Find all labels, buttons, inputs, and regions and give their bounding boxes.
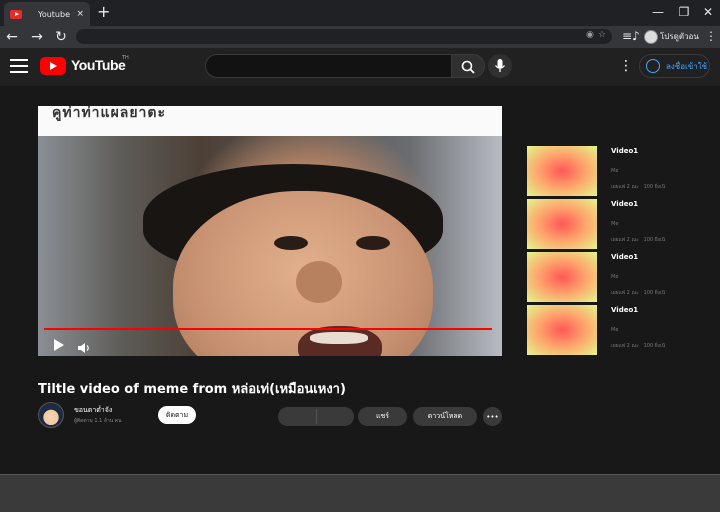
volume-icon[interactable]: [78, 339, 92, 353]
hamburger-menu-icon[interactable]: [10, 59, 28, 73]
caption-text: คูท่าท่าแผลยาตะ: [52, 106, 167, 121]
bookmark-star-icon[interactable]: ☆: [598, 30, 606, 40]
back-button[interactable]: ←: [3, 28, 21, 46]
video-thumbnail[interactable]: [527, 252, 597, 302]
like-divider: [316, 409, 317, 424]
restore-button[interactable]: ❐: [674, 5, 694, 19]
search-button[interactable]: [451, 54, 485, 78]
download-button[interactable]: ดาวน์โหลด: [413, 407, 477, 426]
tracking-eye-icon[interactable]: ◉: [586, 30, 594, 40]
progress-bar[interactable]: [44, 328, 492, 330]
video-thumbnail[interactable]: [527, 146, 597, 196]
profile-label: โปรดูตัวอน: [660, 32, 699, 41]
reload-button[interactable]: ↻: [52, 28, 70, 46]
list-item[interactable]: Video1 Me เผยแพ่ 2 ณะ 100 ยิ่งเนิ: [527, 146, 717, 196]
profile-avatar: [644, 29, 658, 44]
profile-button[interactable]: โปรดูตัวอน: [644, 29, 699, 44]
caption-overlay: คูท่าท่าแผลยาตะ: [38, 106, 502, 136]
rec-meta: เผยแพ่ 2 ณะ 100 ยิ่งเนิ: [611, 290, 666, 296]
region-code: TH: [122, 55, 129, 61]
video-title: Tiltle video of meme from หล่อเท่(เหมือน…: [38, 382, 346, 397]
list-item[interactable]: Video1 Me เผยแพ่ 2 ณะ 100 ยิ่งเนิ: [527, 305, 717, 355]
tab-close-button[interactable]: ×: [76, 9, 84, 19]
voice-search-button[interactable]: [488, 54, 512, 78]
search-input[interactable]: [205, 54, 452, 78]
youtube-logo-icon[interactable]: [40, 57, 66, 75]
rec-channel: Me: [611, 274, 619, 280]
tab-title: Youtube: [38, 9, 70, 19]
minimize-button[interactable]: —: [648, 5, 668, 19]
browser-menu-icon[interactable]: ⋮: [705, 29, 717, 43]
channel-name[interactable]: ขอนตาต่ำจัง: [74, 405, 112, 416]
video-thumbnail[interactable]: [527, 199, 597, 249]
rec-channel: Me: [611, 327, 619, 333]
sign-in-label: ลงชื่อเข้าใช้: [666, 61, 708, 71]
subscribe-button[interactable]: ติดตาม: [158, 406, 196, 424]
rec-meta: เผยแพ่ 2 ณะ 100 ยิ่งเนิ: [611, 237, 666, 243]
channel-avatar[interactable]: [38, 402, 64, 428]
rec-title[interactable]: Video1: [611, 253, 638, 261]
more-actions-button[interactable]: •••: [483, 407, 502, 426]
search-icon: [461, 60, 475, 74]
rec-title[interactable]: Video1: [611, 306, 638, 314]
forward-button[interactable]: →: [28, 28, 46, 46]
list-item[interactable]: Video1 Me เผยแพ่ 2 ณะ 100 ยิ่งเนิ: [527, 252, 717, 302]
browser-tab[interactable]: Youtube ×: [4, 2, 90, 26]
video-frame: [38, 136, 502, 356]
rec-channel: Me: [611, 168, 619, 174]
settings-more-icon[interactable]: ⋮: [619, 58, 633, 74]
subscriber-count: ผู้ติดตาม 1.1 ล้าน คน: [74, 418, 122, 424]
rec-title[interactable]: Video1: [611, 200, 638, 208]
share-button[interactable]: แชร์: [358, 407, 407, 426]
new-tab-button[interactable]: +: [97, 4, 110, 20]
address-bar[interactable]: [76, 29, 612, 44]
like-dislike-button[interactable]: [278, 407, 354, 426]
video-thumbnail[interactable]: [527, 305, 597, 355]
sign-in-button[interactable]: ลงชื่อเข้าใช้: [639, 54, 710, 78]
media-control-icon[interactable]: ≡♪: [622, 29, 640, 43]
list-item[interactable]: Video1 Me เผยแพ่ 2 ณะ 100 ยิ่งเนิ: [527, 199, 717, 249]
play-icon[interactable]: [54, 339, 64, 351]
rec-channel: Me: [611, 221, 619, 227]
rec-meta: เผยแพ่ 2 ณะ 100 ยิ่งเนิ: [611, 184, 666, 190]
user-icon: [646, 59, 660, 73]
mic-icon: [494, 59, 506, 72]
close-window-button[interactable]: ✕: [698, 5, 718, 19]
youtube-favicon-icon: [10, 9, 22, 19]
rec-meta: เผยแพ่ 2 ณะ 100 ยิ่งเนิ: [611, 343, 666, 349]
rec-title[interactable]: Video1: [611, 147, 638, 155]
video-player[interactable]: คูท่าท่าแผลยาตะ: [38, 106, 502, 356]
taskbar: [0, 474, 720, 512]
youtube-wordmark[interactable]: YouTube: [71, 57, 126, 73]
